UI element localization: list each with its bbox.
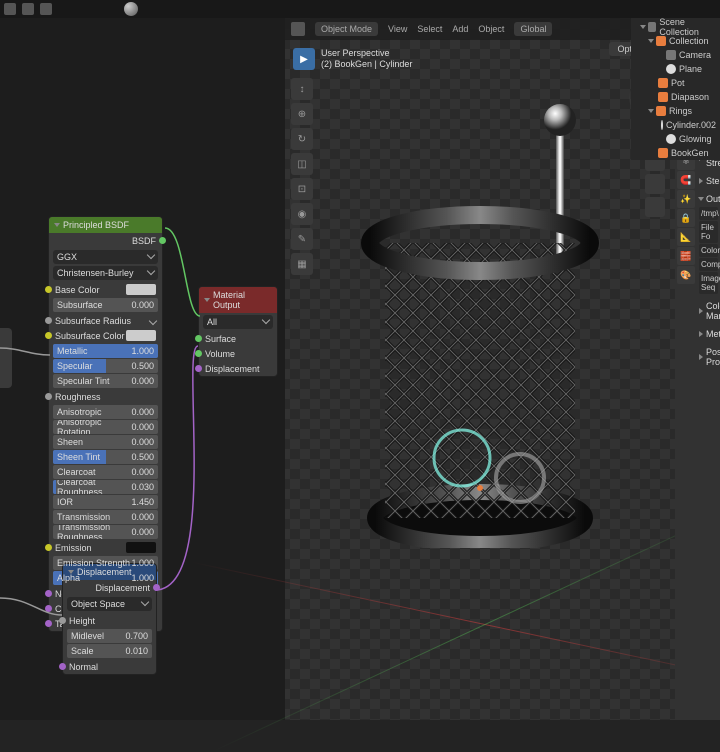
- prop-section-metadata[interactable]: Metadata: [699, 325, 718, 343]
- outliner-item[interactable]: Diapason: [633, 90, 718, 104]
- outliner-panel: Scene CollectionCollectionCameraPlanePot…: [631, 0, 720, 160]
- input-volume: Volume: [199, 346, 277, 361]
- prop-field[interactable]: Compr: [699, 258, 718, 271]
- principled-sheen-tint[interactable]: Sheen Tint0.500: [53, 450, 158, 464]
- menu-add[interactable]: Add: [452, 24, 468, 34]
- input-surface: Surface: [199, 331, 277, 346]
- outliner-item[interactable]: Glowing: [633, 132, 718, 146]
- principled-emission-strength[interactable]: Emission Strength1.000: [53, 556, 158, 570]
- viewport-tool[interactable]: ◉: [291, 203, 313, 225]
- outliner-item[interactable]: Plane: [633, 62, 718, 76]
- principled-clearcoat[interactable]: Clearcoat0.000: [53, 465, 158, 479]
- principled-metallic[interactable]: Metallic1.000: [53, 344, 158, 358]
- viewport-toolbar: ↕ ⊕ ↻ ◫ ⊡ ◉ ✎ ▦: [291, 78, 313, 275]
- displacement-space[interactable]: Object Space: [67, 597, 152, 611]
- app-topbar: [0, 0, 720, 18]
- ortho-button[interactable]: [645, 197, 665, 217]
- properties-tab[interactable]: 🧱: [677, 247, 695, 265]
- displacement-height: Height: [63, 613, 156, 628]
- outliner-item[interactable]: Pot: [633, 76, 718, 90]
- prop-section-output[interactable]: Output/tmp\File FoColorComprImage Seq: [699, 190, 718, 297]
- principled-subsurface-radius[interactable]: Subsurface Radius: [49, 313, 162, 328]
- view-perspective-label: User Perspective: [321, 48, 412, 59]
- active-object-label: (2) BookGen | Cylinder: [321, 59, 412, 70]
- outliner-item[interactable]: Collection: [633, 34, 718, 48]
- material-output-target[interactable]: All: [203, 315, 273, 329]
- principled-emission[interactable]: Emission: [49, 540, 162, 555]
- menu-view[interactable]: View: [388, 24, 407, 34]
- input-displacement: Displacement: [199, 361, 277, 376]
- node-material-output[interactable]: Material Output All Surface Volume Displ…: [198, 286, 278, 377]
- prop-section-color-management[interactable]: Color Management: [699, 297, 718, 325]
- principled-subsurface[interactable]: Subsurface0.000: [53, 298, 158, 312]
- properties-tab[interactable]: 🔒: [677, 209, 695, 227]
- principled-ior[interactable]: IOR1.450: [53, 495, 158, 509]
- prop-field[interactable]: Color: [699, 244, 718, 257]
- orientation-select[interactable]: Global: [514, 22, 552, 36]
- outliner-item[interactable]: Cylinder.002: [633, 118, 718, 132]
- prop-section-stereoscopy[interactable]: Stereoscopy: [699, 172, 718, 190]
- menu-object[interactable]: Object: [478, 24, 504, 34]
- prop-section-post-processing[interactable]: Post Processing: [699, 343, 718, 371]
- principled-distribution[interactable]: GGX: [53, 250, 158, 264]
- shading-sphere-icon[interactable]: [124, 2, 138, 16]
- viewport-tool[interactable]: ✎: [291, 228, 313, 250]
- principled-base-color[interactable]: Base Color: [49, 282, 162, 297]
- prop-field[interactable]: /tmp\: [699, 207, 718, 220]
- blender-logo: [4, 3, 16, 15]
- properties-tab[interactable]: 🎨: [677, 266, 695, 284]
- node-header[interactable]: Material Output: [199, 287, 277, 313]
- viewport-tool[interactable]: ◫: [291, 153, 313, 175]
- principled-sheen[interactable]: Sheen0.000: [53, 435, 158, 449]
- node-output-bsdf: BSDF: [49, 233, 162, 248]
- displacement-scale[interactable]: Scale0.010: [67, 644, 152, 658]
- properties-tab[interactable]: 🧲: [677, 171, 695, 189]
- viewport-tool[interactable]: ⊡: [291, 178, 313, 200]
- outliner-item[interactable]: BookGen: [633, 146, 718, 160]
- viewport-info: ▶ User Perspective(2) BookGen | Cylinder: [293, 48, 412, 70]
- menu-icon[interactable]: [22, 3, 34, 15]
- principled-anisotropic[interactable]: Anisotropic0.000: [53, 405, 158, 419]
- principled-roughness: Roughness: [49, 389, 162, 404]
- displacement-midlevel[interactable]: Midlevel0.700: [67, 629, 152, 643]
- properties-tab[interactable]: 📐: [677, 228, 695, 246]
- node-header[interactable]: Principled BSDF: [49, 217, 162, 233]
- outliner-item[interactable]: Camera: [633, 48, 718, 62]
- principled-specular[interactable]: Specular0.500: [53, 359, 158, 373]
- principled-anisotropic-rotation[interactable]: Anisotropic Rotation0.000: [53, 420, 158, 434]
- outliner-item[interactable]: Rings: [633, 104, 718, 118]
- editor-type-icon[interactable]: [291, 22, 305, 36]
- viewport-tool[interactable]: ↻: [291, 128, 313, 150]
- rendered-object: [350, 88, 610, 548]
- principled-transmission[interactable]: Transmission0.000: [53, 510, 158, 524]
- menu-icon[interactable]: [40, 3, 52, 15]
- menu-select[interactable]: Select: [417, 24, 442, 34]
- viewport-tool[interactable]: ↕: [291, 78, 313, 100]
- principled-transmission-roughness[interactable]: Transmission Roughness0.000: [53, 525, 158, 539]
- camera-button[interactable]: [645, 174, 665, 194]
- shader-node-editor[interactable]: Principled BSDF BSDF GGX Christensen-Bur…: [0, 18, 285, 720]
- principled-clearcoat-roughness[interactable]: Clearcoat Roughness0.030: [53, 480, 158, 494]
- properties-tab[interactable]: ✨: [677, 190, 695, 208]
- prop-field[interactable]: Image Seq: [699, 272, 718, 294]
- viewport-tool[interactable]: ⊕: [291, 103, 313, 125]
- principled-specular-tint[interactable]: Specular Tint0.000: [53, 374, 158, 388]
- viewport-header: Object Mode View Select Add Object Globa…: [285, 18, 675, 40]
- viewport-tool[interactable]: ▦: [291, 253, 313, 275]
- displacement-normal: Normal: [63, 659, 156, 674]
- principled-subsurface-color[interactable]: Subsurface Color: [49, 328, 162, 343]
- 3d-viewport[interactable]: Object Mode View Select Add Object Globa…: [285, 18, 675, 720]
- principled-sss-method[interactable]: Christensen-Burley: [53, 266, 158, 280]
- outliner-root[interactable]: Scene Collection: [633, 20, 718, 34]
- transform-button[interactable]: ▶: [293, 48, 315, 70]
- mode-select[interactable]: Object Mode: [315, 22, 378, 36]
- node-offscreen[interactable]: [0, 328, 12, 388]
- prop-field[interactable]: File Fo: [699, 221, 718, 243]
